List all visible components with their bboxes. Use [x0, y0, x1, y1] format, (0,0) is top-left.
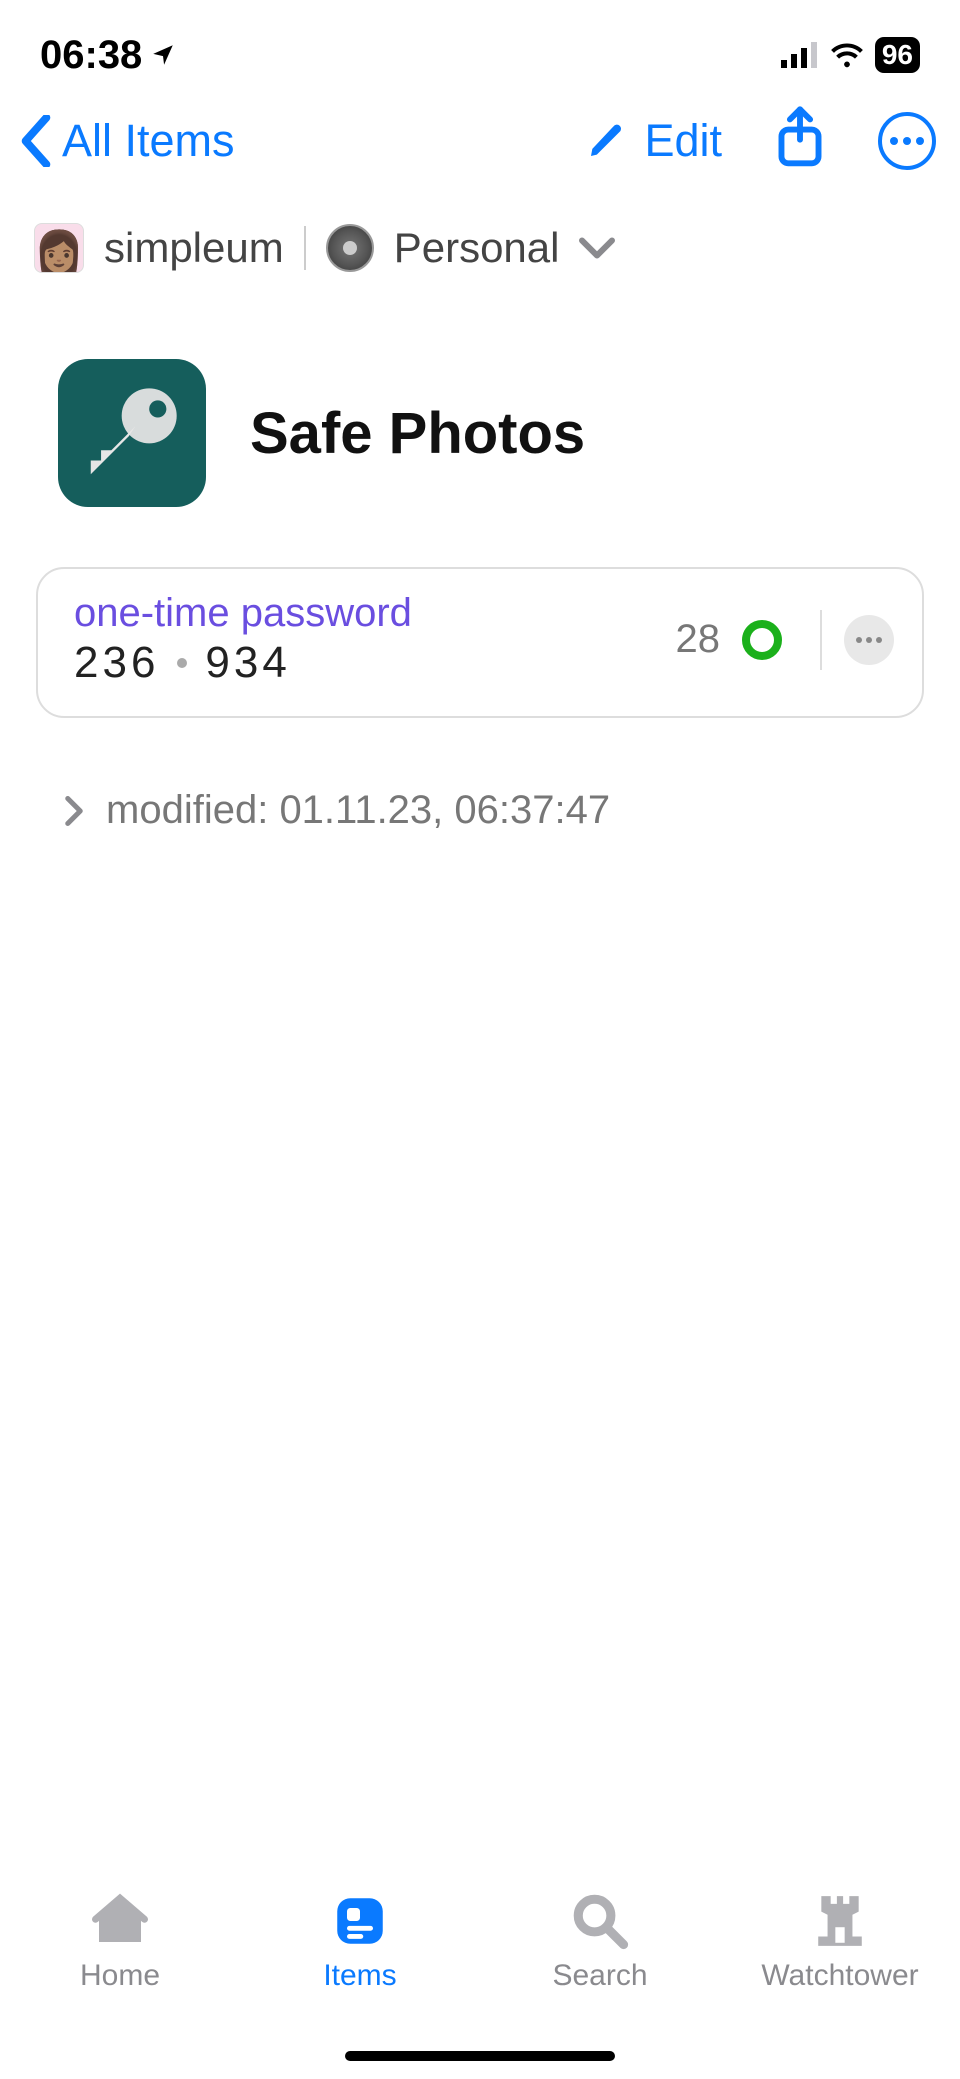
status-time: 06:38 — [40, 33, 142, 78]
otp-part2: 934 — [205, 638, 290, 688]
otp-part1: 236 — [74, 638, 159, 688]
more-dot-icon — [916, 137, 924, 145]
tab-watchtower[interactable]: Watchtower — [740, 1891, 940, 1993]
progress-ring-icon — [742, 620, 782, 660]
avatar: 👩🏽 — [34, 223, 84, 273]
row-more-button[interactable] — [844, 615, 894, 665]
tab-items[interactable]: Items — [260, 1891, 460, 1993]
wifi-icon — [829, 42, 865, 68]
divider — [304, 226, 306, 270]
status-time-group: 06:38 — [40, 33, 176, 78]
tab-label-watchtower: Watchtower — [761, 1959, 918, 1993]
key-icon — [77, 378, 187, 488]
vault-name: Personal — [394, 224, 560, 272]
tab-label-items: Items — [323, 1959, 396, 1993]
account-vault-row[interactable]: 👩🏽 simpleum Personal — [0, 193, 960, 283]
modified-prefix: modified: — [106, 788, 268, 832]
more-dot-icon — [903, 137, 911, 145]
modified-row[interactable]: modified: 01.11.23, 06:37:47 — [0, 718, 960, 903]
home-indicator[interactable] — [345, 2051, 615, 2061]
nav-actions: Edit — [586, 106, 936, 175]
tab-label-home: Home — [80, 1959, 160, 1993]
tab-bar: Home Items Search Watchtower — [0, 1869, 960, 2079]
share-button[interactable] — [774, 106, 826, 175]
chevron-down-icon — [579, 236, 615, 260]
otp-countdown: 28 — [676, 617, 721, 662]
divider — [820, 610, 822, 670]
status-right: 96 — [781, 37, 920, 73]
otp-card[interactable]: one-time password 236 934 28 — [36, 567, 924, 718]
chevron-right-icon — [64, 796, 84, 826]
edit-button[interactable]: Edit — [586, 115, 722, 167]
battery-badge: 96 — [875, 37, 920, 73]
item-header: Safe Photos — [0, 283, 960, 567]
chevron-left-icon — [16, 115, 56, 167]
status-bar: 06:38 96 — [0, 0, 960, 88]
items-icon — [334, 1895, 386, 1947]
search-icon — [571, 1892, 629, 1950]
cellular-icon — [781, 42, 819, 68]
back-button[interactable]: All Items — [16, 115, 235, 167]
more-dot-icon — [890, 137, 898, 145]
tab-search[interactable]: Search — [500, 1891, 700, 1993]
pencil-icon — [586, 121, 626, 161]
back-label: All Items — [62, 115, 235, 167]
dot-separator-icon — [177, 658, 187, 668]
modified-timestamp: 01.11.23, 06:37:47 — [279, 788, 610, 832]
location-icon — [150, 42, 176, 68]
watchtower-icon — [815, 1893, 865, 1949]
account-name: simpleum — [104, 224, 284, 272]
otp-label: one-time password — [74, 591, 412, 636]
tab-home[interactable]: Home — [20, 1891, 220, 1993]
nav-bar: All Items Edit — [0, 88, 960, 193]
home-icon — [92, 1893, 148, 1949]
tab-label-search: Search — [552, 1959, 647, 1993]
more-button[interactable] — [878, 112, 936, 170]
item-title: Safe Photos — [250, 400, 585, 467]
vault-icon — [326, 224, 374, 272]
otp-value: 236 934 — [74, 638, 412, 688]
item-icon — [58, 359, 206, 507]
share-icon — [774, 106, 826, 170]
edit-label: Edit — [644, 115, 722, 167]
